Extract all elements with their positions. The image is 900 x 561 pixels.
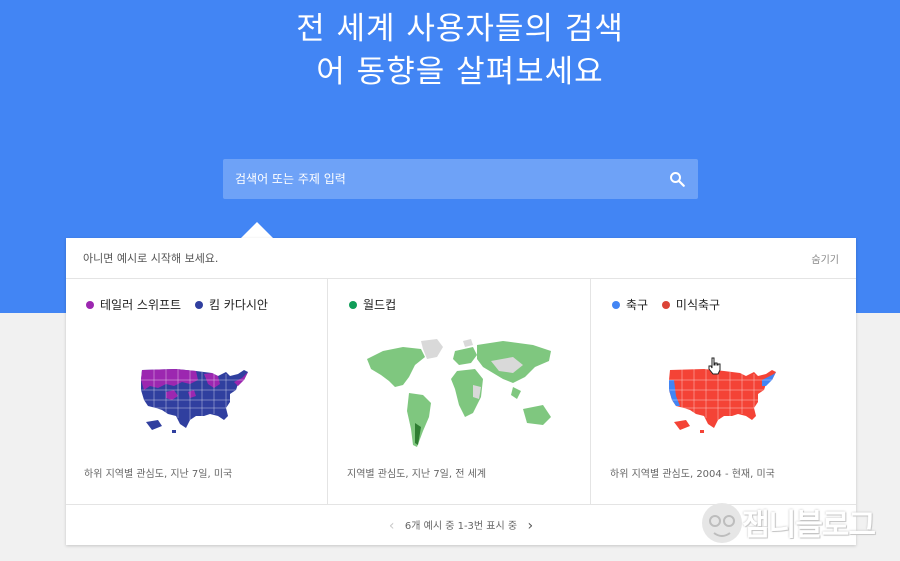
legend: 월드컵 [349, 296, 406, 313]
legend: 축구 미식축구 [612, 296, 730, 313]
legend-item: 미식축구 [661, 296, 720, 313]
legend-dot [349, 301, 357, 309]
legend-item: 축구 [612, 296, 648, 313]
pagination-label: 6개 예시 중 1-3번 표시 중 [404, 521, 518, 532]
watermark-text: 잼니블로그 [742, 508, 876, 543]
legend-dot [86, 301, 94, 309]
example-card-3[interactable]: 축구 미식축구 하위 지역별 관심도, 2004 - 현재, 미국 [592, 279, 856, 504]
hand-cursor-icon [708, 357, 721, 375]
legend-dot [194, 301, 203, 309]
search-box[interactable] [223, 159, 698, 199]
card-caption: 하위 지역별 관심도, 2004 - 현재, 미국 [610, 469, 775, 480]
hide-button[interactable]: 숨기기 [811, 251, 839, 266]
card-caption: 하위 지역별 관심도, 지난 7일, 미국 [84, 469, 233, 480]
us-map-image [141, 369, 248, 433]
chevron-right-icon[interactable]: › [520, 518, 540, 534]
example-card-2[interactable]: 월드컵 지역별 관심도, 지난 7일, 전 세계 [329, 279, 591, 504]
legend-dot [661, 301, 670, 309]
legend-item: 테일러 스위프트 [86, 296, 181, 313]
search-input[interactable] [223, 159, 653, 199]
legend-item: 월드컵 [349, 296, 396, 313]
card-caption: 지역별 관심도, 지난 7일, 전 세계 [347, 469, 487, 480]
panel-header: 아니면 예시로 시작해 보세요. 숨기기 [66, 238, 856, 279]
page-title: 전 세계 사용자들의 검색어 동향을 살펴보세요 [296, 11, 624, 90]
legend: 테일러 스위프트 킴 카다시안 [86, 296, 278, 313]
example-card-1[interactable]: 테일러 스위프트 킴 카다시안 하위 지역별 관심도, 지난 7일, 미국 [66, 279, 328, 504]
examples-intro: 아니면 예시로 시작해 보세요. [83, 252, 219, 265]
legend-dot [612, 301, 620, 309]
search-icon[interactable] [668, 170, 686, 188]
chevron-left-icon[interactable]: ‹ [382, 518, 402, 534]
us-map-image [669, 369, 776, 433]
legend-item: 킴 카다시안 [194, 296, 268, 313]
world-map-image [367, 339, 551, 447]
panel-pointer [240, 222, 274, 239]
